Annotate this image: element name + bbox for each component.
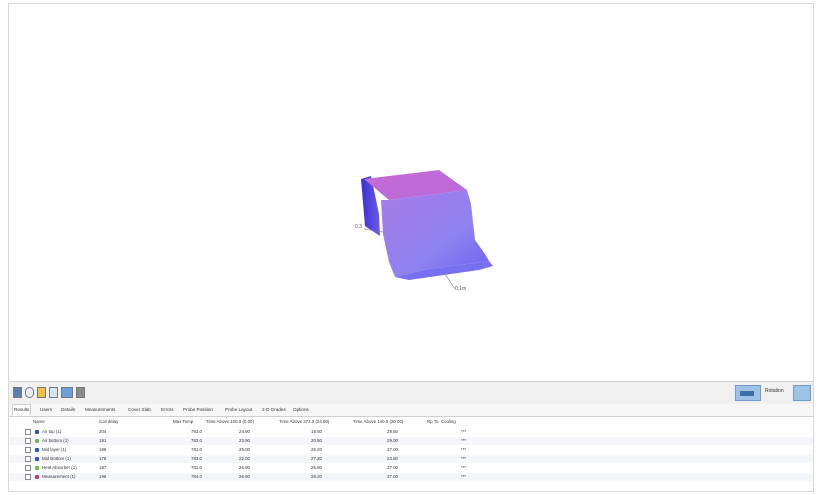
row-name: Air bottom (1) xyxy=(42,438,69,443)
stack-icon[interactable] xyxy=(76,387,85,398)
table-cell: *** xyxy=(461,429,467,434)
axis-label-left: 0.3 xyxy=(355,224,362,230)
series-color-swatch xyxy=(35,457,39,461)
axis-label-right: 0.1m xyxy=(455,286,467,292)
row-name: Mid Bottom (1) xyxy=(42,456,71,461)
column-header[interactable]: Rp To. Cooling xyxy=(427,419,456,424)
table-cell: 187 xyxy=(99,465,107,470)
table-cell: 26.20 xyxy=(311,447,322,452)
table-cell: 29.20 xyxy=(311,474,322,479)
series-color-swatch xyxy=(35,475,39,479)
row-checkbox[interactable] xyxy=(25,465,31,471)
axis-line xyxy=(444,273,456,290)
tab-cover-slab[interactable]: Cover Slab xyxy=(127,405,152,415)
rotate-icon[interactable] xyxy=(25,387,34,398)
table-row[interactable]: Mid Bottom (1) 178 783.0 22.00 27.20 23.80 *** xyxy=(9,455,813,463)
table-row[interactable]: Mid layer (1) 186 781.0 25.00 26.20 27.00 *** xyxy=(9,446,813,454)
table-cell: *** xyxy=(461,474,467,479)
table-cell: 24.90 xyxy=(239,429,250,434)
table-row[interactable]: Air top (1) 204 783.0 24.90 19.50 29.50 *** xyxy=(9,428,813,436)
table-row[interactable]: Measurement (1) 196 784.0 26.90 29.20 27.00 **… xyxy=(9,473,813,481)
table-cell: 26.90 xyxy=(239,474,250,479)
image-icon[interactable] xyxy=(61,387,73,398)
bar-chart-icon[interactable] xyxy=(37,387,46,398)
table-row[interactable]: Heat Absorber (1) 187 781.0 26.90 26.50 27.00… xyxy=(9,464,813,472)
series-color-swatch xyxy=(35,439,39,443)
table-cell: *** xyxy=(461,438,467,443)
row-checkbox[interactable] xyxy=(25,474,31,480)
results-table: Name Coil delay Max Temp Time Above 100.… xyxy=(9,417,813,491)
tab-probe-position[interactable]: Probe Position xyxy=(182,405,214,415)
rotation-glyph-icon xyxy=(740,391,754,396)
tab-probe-layout[interactable]: Probe Layout xyxy=(224,405,253,415)
tab-errors[interactable]: Errors xyxy=(160,405,175,415)
table-cell: 26.90 xyxy=(239,465,250,470)
toolbar: Rotation xyxy=(9,381,813,405)
row-checkbox[interactable] xyxy=(25,456,31,462)
table-cell: 27.00 xyxy=(387,447,398,452)
table-cell: 27.20 xyxy=(311,456,322,461)
table-cell: 186 xyxy=(99,447,107,452)
table-cell: 196 xyxy=(99,474,107,479)
tab-options[interactable]: Options xyxy=(292,405,310,415)
table-cell: 27.00 xyxy=(387,474,398,479)
table-cell: 20.50 xyxy=(311,438,322,443)
row-name: Measurement (1) xyxy=(42,474,76,479)
row-checkbox[interactable] xyxy=(25,438,31,444)
table-cell: 191 xyxy=(99,438,107,443)
table-cell: 784.0 xyxy=(191,474,202,479)
table-cell: 26.50 xyxy=(311,465,322,470)
table-cell: 783.0 xyxy=(191,438,202,443)
table-row[interactable]: Air bottom (1) 191 783.0 23.90 20.50 29.00 *** xyxy=(9,437,813,445)
table-cell: 178 xyxy=(99,456,107,461)
3d-surface-plot xyxy=(361,170,493,290)
rotation-label: Rotation xyxy=(765,388,784,394)
table-cell: 27.00 xyxy=(387,465,398,470)
row-name: Air top (1) xyxy=(42,429,62,434)
column-header[interactable]: Time Above 372.0 (24.90) xyxy=(279,419,329,424)
table-cell: 23.90 xyxy=(239,438,250,443)
graph-icon[interactable] xyxy=(49,387,58,398)
series-color-swatch xyxy=(35,430,39,434)
3d-viewport[interactable]: 0.3 0.1m xyxy=(9,4,813,380)
table-cell: 783.0 xyxy=(191,456,202,461)
row-name: Heat Absorber (1) xyxy=(42,465,77,470)
row-checkbox[interactable] xyxy=(25,429,31,435)
tab-users[interactable]: Users xyxy=(39,405,53,415)
table-cell: 29.00 xyxy=(387,438,398,443)
table-cell: 25.00 xyxy=(239,447,250,452)
rotation-button[interactable] xyxy=(735,385,761,401)
table-cell: 781.0 xyxy=(191,447,202,452)
table-cell: *** xyxy=(461,447,467,452)
table-cell: 22.00 xyxy=(239,456,250,461)
table-cell: *** xyxy=(461,456,467,461)
table-cell: 783.0 xyxy=(191,429,202,434)
view-options-button[interactable] xyxy=(793,385,811,401)
app-window: 0.3 0.1m Rotation Results Users Details … xyxy=(8,3,814,492)
table-cell: 19.50 xyxy=(311,429,322,434)
tab-results[interactable]: Results xyxy=(12,404,32,415)
table-cell: 781.0 xyxy=(191,465,202,470)
column-header[interactable]: Time Above 100.0 (0.00) xyxy=(206,419,254,424)
table-cell: *** xyxy=(461,465,467,470)
column-header[interactable]: Coil delay xyxy=(99,419,118,424)
tab-2d-grades[interactable]: 2-D Grades xyxy=(261,405,287,415)
series-color-swatch xyxy=(35,466,39,470)
column-header[interactable]: Max Temp xyxy=(173,419,193,424)
column-header[interactable]: Name xyxy=(33,419,45,424)
table-cell: 29.50 xyxy=(387,429,398,434)
table-cell: 23.80 xyxy=(387,456,398,461)
tab-details[interactable]: Details xyxy=(60,405,76,415)
row-name: Mid layer (1) xyxy=(42,447,67,452)
row-checkbox[interactable] xyxy=(25,447,31,453)
tab-bar: Results Users Details Measurements Cover… xyxy=(9,404,813,417)
series-color-swatch xyxy=(35,448,39,452)
3d-view-icon[interactable] xyxy=(13,387,22,398)
tab-measurements[interactable]: Measurements xyxy=(84,405,116,415)
table-cell: 204 xyxy=(99,429,107,434)
column-header[interactable]: Time Above 140.0 (20.00) xyxy=(353,419,403,424)
